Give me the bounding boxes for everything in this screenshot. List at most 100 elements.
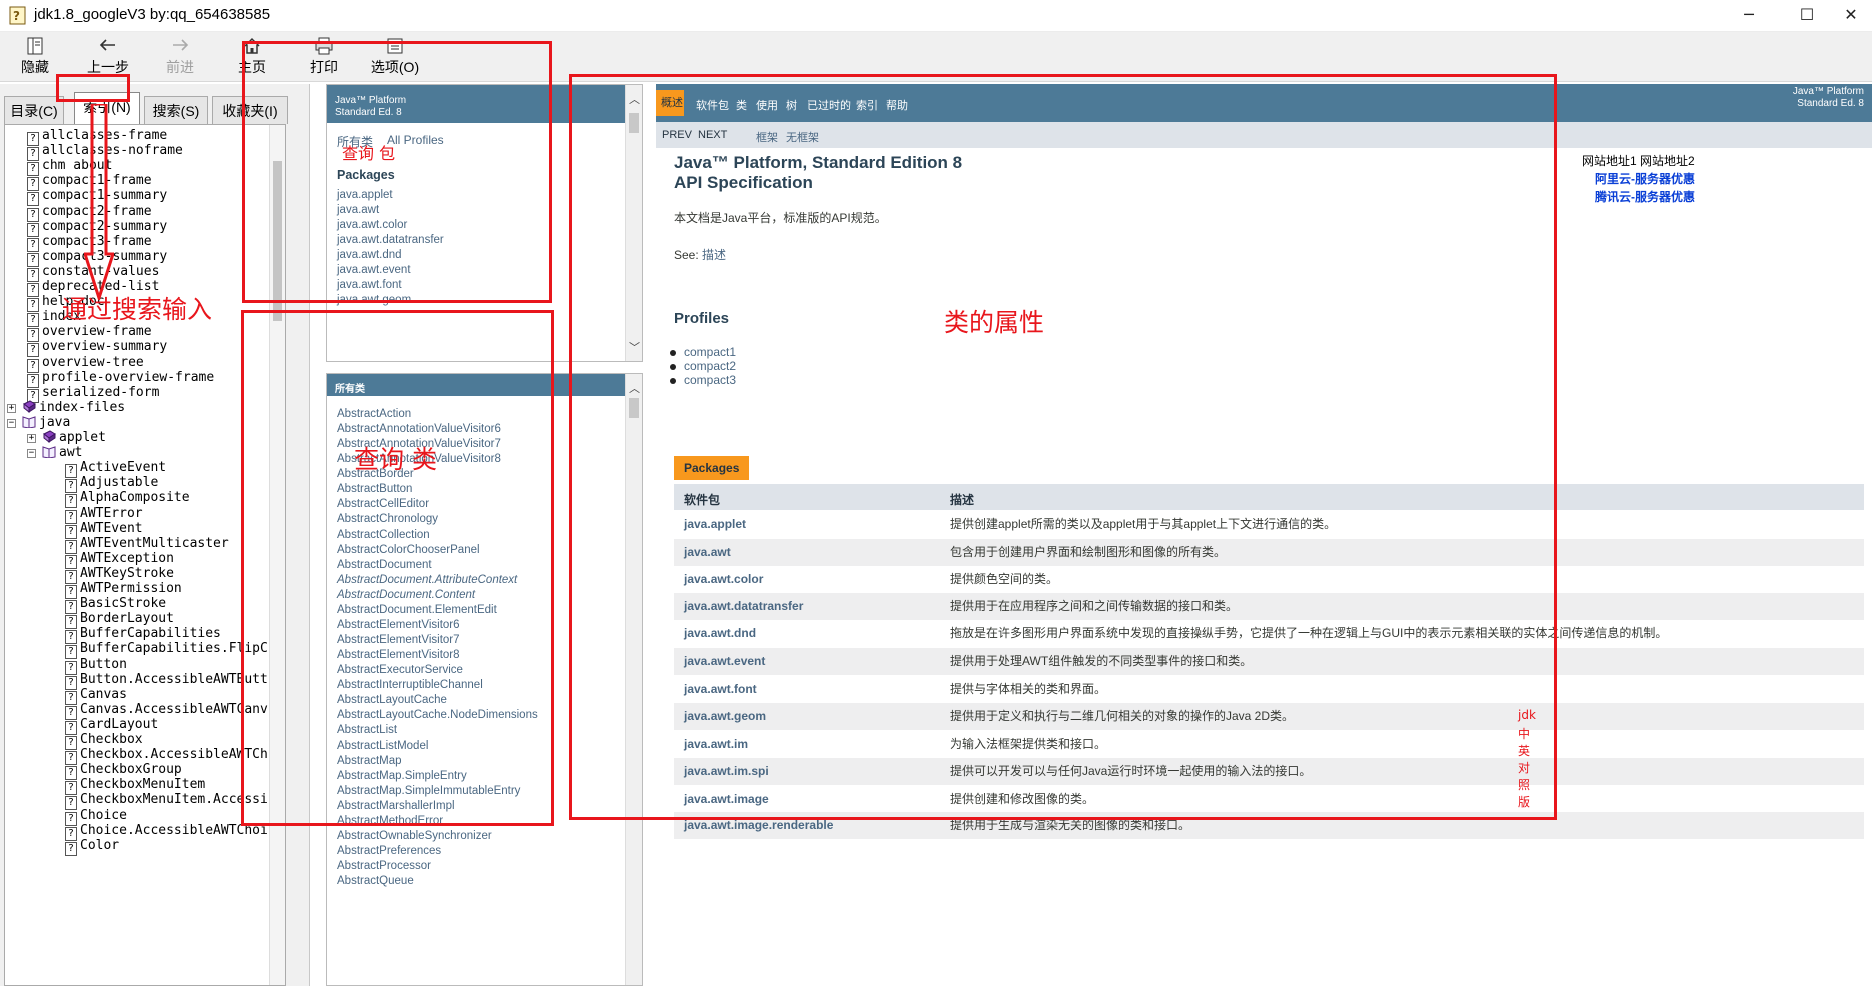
profile-compact3-link[interactable]: compact3 [669, 373, 736, 387]
class-link[interactable]: AbstractDocument.AttributeContext [337, 574, 517, 586]
tree-item-class[interactable]: ? Color [65, 837, 119, 856]
package-name-link[interactable]: java.awt.color [684, 566, 763, 593]
forward-button[interactable]: 前进 [160, 34, 200, 80]
nav-help[interactable]: 帮助 [886, 97, 908, 113]
class-link[interactable]: AbstractAnnotationValueVisitor6 [337, 423, 501, 435]
profile-compact1-link[interactable]: compact1 [669, 345, 736, 359]
class-link[interactable]: AbstractDocument [337, 559, 432, 571]
package-name-link[interactable]: java.awt.datatransfer [684, 593, 803, 620]
see-description-link[interactable]: 描述 [702, 248, 726, 262]
minimize-button[interactable]: ─ [1726, 0, 1772, 30]
tab-contents[interactable]: 目录(C) [4, 96, 64, 124]
class-frame-scrollbar[interactable]: ︿ [625, 374, 642, 985]
class-link[interactable]: AbstractPreferences [337, 845, 441, 857]
collapse-icon[interactable]: − [7, 418, 16, 428]
nav-class[interactable]: 类 [736, 97, 747, 113]
package-link[interactable]: java.awt.font [337, 279, 402, 291]
class-link[interactable]: AbstractElementVisitor7 [337, 634, 460, 646]
package-link[interactable]: java.awt.color [337, 219, 407, 231]
package-link[interactable]: java.awt.event [337, 264, 411, 276]
package-name-link[interactable]: java.awt.image.renderable [684, 812, 833, 839]
class-link[interactable]: AbstractMap.SimpleEntry [337, 770, 467, 782]
scroll-down-arrow-icon[interactable]: ﹀ [629, 339, 640, 355]
nav-index[interactable]: 索引 [856, 97, 878, 113]
close-button[interactable]: ✕ [1828, 0, 1872, 30]
scroll-up-arrow-icon[interactable]: ︿ [629, 91, 640, 107]
prev-link[interactable]: PREV [662, 129, 692, 141]
print-button[interactable]: 打印 [304, 34, 344, 80]
package-frame-scrollbar[interactable]: ︿ ﹀ [625, 85, 642, 361]
package-name-link[interactable]: java.awt.event [684, 648, 765, 675]
collapse-icon[interactable]: − [27, 449, 36, 459]
class-link[interactable]: AbstractMethodError [337, 815, 443, 827]
hide-button[interactable]: 隐藏 [14, 34, 56, 80]
tree-scrollbar[interactable] [269, 125, 285, 985]
toolbar: 隐藏 上一步 前进 主页 打印 选项(O) [0, 32, 1872, 82]
package-description: 提供可以开发可以与任何Java运行时环境一起使用的输入法的接口。 [950, 764, 1312, 778]
package-name-link[interactable]: java.awt.geom [684, 703, 766, 730]
package-link[interactable]: java.awt.dnd [337, 249, 402, 261]
class-link[interactable]: AbstractLayoutCache [337, 694, 447, 706]
maximize-button[interactable]: ☐ [1784, 0, 1830, 30]
class-link[interactable]: AbstractExecutorService [337, 664, 463, 676]
class-link[interactable]: AbstractQueue [337, 875, 414, 887]
aliyun-link[interactable]: 阿里云-服务器优惠 [1595, 170, 1695, 187]
package-link[interactable]: java.awt.datatransfer [337, 234, 444, 246]
package-name-link[interactable]: java.awt.dnd [684, 620, 756, 647]
tree-item-label: Canvas [80, 686, 127, 702]
next-link[interactable]: NEXT [698, 129, 727, 141]
package-name-link[interactable]: java.awt.font [684, 676, 757, 703]
package-link[interactable]: java.applet [337, 189, 393, 201]
nav-use[interactable]: 使用 [756, 97, 778, 113]
class-link[interactable]: AbstractElementVisitor6 [337, 619, 460, 631]
class-link[interactable]: AbstractChronology [337, 513, 438, 525]
back-button[interactable]: 上一步 [82, 34, 134, 80]
scroll-up-arrow-icon[interactable]: ︿ [629, 380, 640, 396]
options-button[interactable]: 选项(O) [366, 34, 424, 80]
nav-tree[interactable]: 树 [786, 97, 797, 113]
all-profiles-link[interactable]: All Profiles [387, 133, 444, 147]
class-link[interactable]: AbstractCollection [337, 529, 430, 541]
tree-scroll-thumb[interactable] [273, 161, 282, 321]
home-button[interactable]: 主页 [232, 34, 272, 80]
class-link[interactable]: AbstractInterruptibleChannel [337, 679, 483, 691]
class-link[interactable]: AbstractColorChooserPanel [337, 544, 480, 556]
tree-item-label: BasicStroke [80, 596, 167, 612]
nav-package[interactable]: 软件包 [696, 97, 729, 113]
class-link[interactable]: AbstractList [337, 724, 397, 736]
package-name-link[interactable]: java.awt.im [684, 731, 748, 758]
package-name-link[interactable]: java.applet [684, 511, 746, 538]
class-link[interactable]: AbstractCellEditor [337, 498, 429, 510]
class-link[interactable]: AbstractMap.SimpleImmutableEntry [337, 785, 520, 797]
class-link[interactable]: AbstractOwnableSynchronizer [337, 830, 492, 842]
class-link[interactable]: AbstractDocument.Content [337, 589, 475, 601]
class-link[interactable]: AbstractDocument.ElementEdit [337, 604, 497, 616]
profile-compact2-link[interactable]: compact2 [669, 359, 736, 373]
package-scroll-thumb[interactable] [629, 113, 639, 133]
nav-deprecated[interactable]: 已过时的 [807, 97, 851, 113]
package-link[interactable]: java.awt [337, 204, 379, 216]
frames-link[interactable]: 框架 [756, 129, 778, 145]
class-link[interactable]: AbstractMarshallerImpl [337, 800, 455, 812]
expand-icon[interactable]: + [27, 434, 36, 443]
tree-item-label: CardLayout [80, 716, 159, 732]
class-link[interactable]: AbstractLayoutCache.NodeDimensions [337, 709, 538, 721]
class-link[interactable]: AbstractAction [337, 408, 411, 420]
package-name-link[interactable]: java.awt.im.spi [684, 758, 769, 785]
class-scroll-thumb[interactable] [629, 398, 639, 418]
tree-item-label: applet [59, 430, 106, 445]
expand-icon[interactable]: + [7, 403, 16, 413]
no-frames-link[interactable]: 无框架 [786, 129, 819, 145]
class-link[interactable]: AbstractButton [337, 483, 412, 495]
package-name-link[interactable]: java.awt [684, 539, 731, 566]
class-link[interactable]: AbstractProcessor [337, 860, 431, 872]
tencent-link[interactable]: 腾讯云-服务器优惠 [1595, 188, 1695, 205]
class-link[interactable]: AbstractMap [337, 755, 402, 767]
tab-search[interactable]: 搜索(S) [144, 96, 208, 124]
class-link[interactable]: AbstractListModel [337, 740, 428, 752]
class-link[interactable]: AbstractElementVisitor8 [337, 649, 460, 661]
tab-favorites[interactable]: 收藏夹(I) [212, 96, 288, 124]
package-link[interactable]: java.awt.geom [337, 294, 411, 306]
package-name-link[interactable]: java.awt.image [684, 786, 769, 813]
tree-item-label: AWTKeyStroke [80, 565, 174, 581]
